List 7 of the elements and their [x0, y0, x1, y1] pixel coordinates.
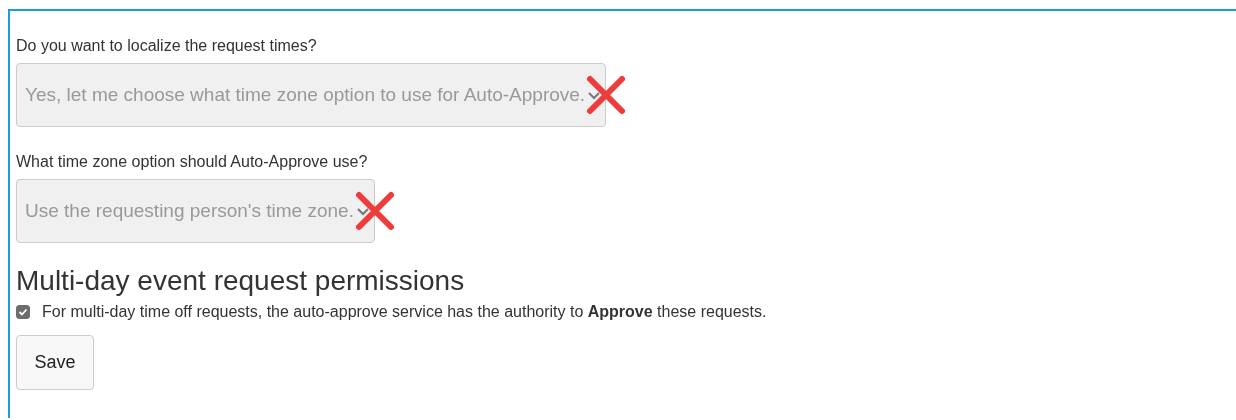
- section-heading: Multi-day event request permissions: [16, 265, 466, 297]
- save-button[interactable]: Save: [16, 335, 94, 390]
- field-label: What time zone option should Auto-Approve use?: [16, 153, 369, 171]
- checkbox-label: For multi-day time off requests, the auto-approve service has the authority to Approve these requests.: [42, 303, 767, 321]
- check-icon: [18, 307, 28, 317]
- checkbox[interactable]: [16, 305, 30, 319]
- field-label: Do you want to localize the request times?: [16, 37, 318, 55]
